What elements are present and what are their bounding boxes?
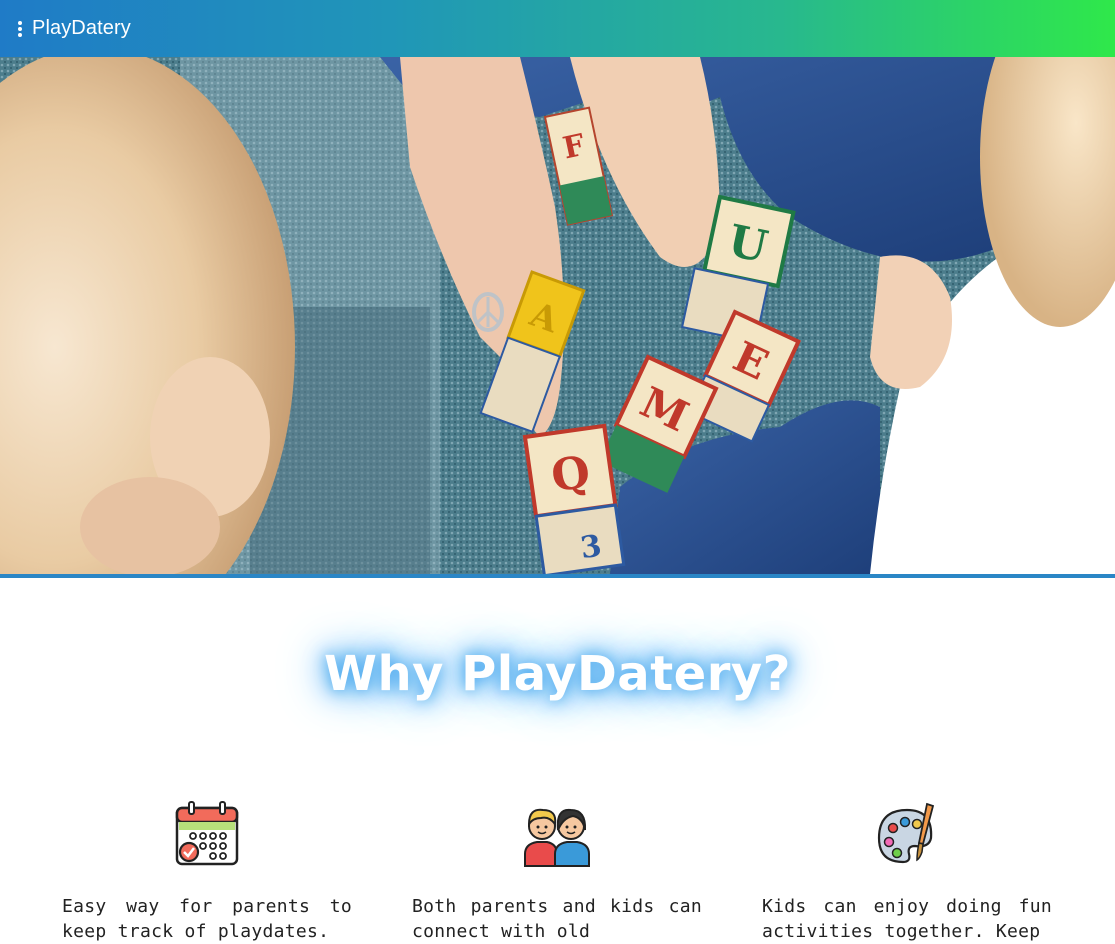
feature-text: Both parents and kids can connect with o…: [412, 896, 702, 942]
feature-text: Kids can enjoy doing fun activities toge…: [762, 896, 1052, 942]
feature-card-tracking: Easy way for parents to keep track of pl…: [62, 800, 352, 944]
hero-bottom-border: [0, 574, 1115, 578]
top-navbar: PlayDatery: [0, 0, 1115, 57]
feature-card-activities: Kids can enjoy doing fun activities toge…: [762, 800, 1052, 944]
more-vertical-icon[interactable]: [13, 19, 27, 39]
feature-text: Easy way for parents to keep track of pl…: [62, 896, 352, 942]
kids-friends-icon: [524, 808, 590, 867]
brand-link[interactable]: PlayDatery: [32, 17, 131, 40]
feature-card-connect: Both parents and kids can connect with o…: [412, 800, 702, 944]
hero-image: F U E M A Q 3: [0, 57, 1115, 574]
calendar-icon: [175, 801, 239, 866]
paint-palette-icon: [877, 802, 935, 864]
hero-illustration: F U E M A Q 3: [0, 57, 1115, 574]
svg-text:Q: Q: [548, 447, 593, 503]
section-title: Why PlayDatery?: [324, 646, 791, 702]
